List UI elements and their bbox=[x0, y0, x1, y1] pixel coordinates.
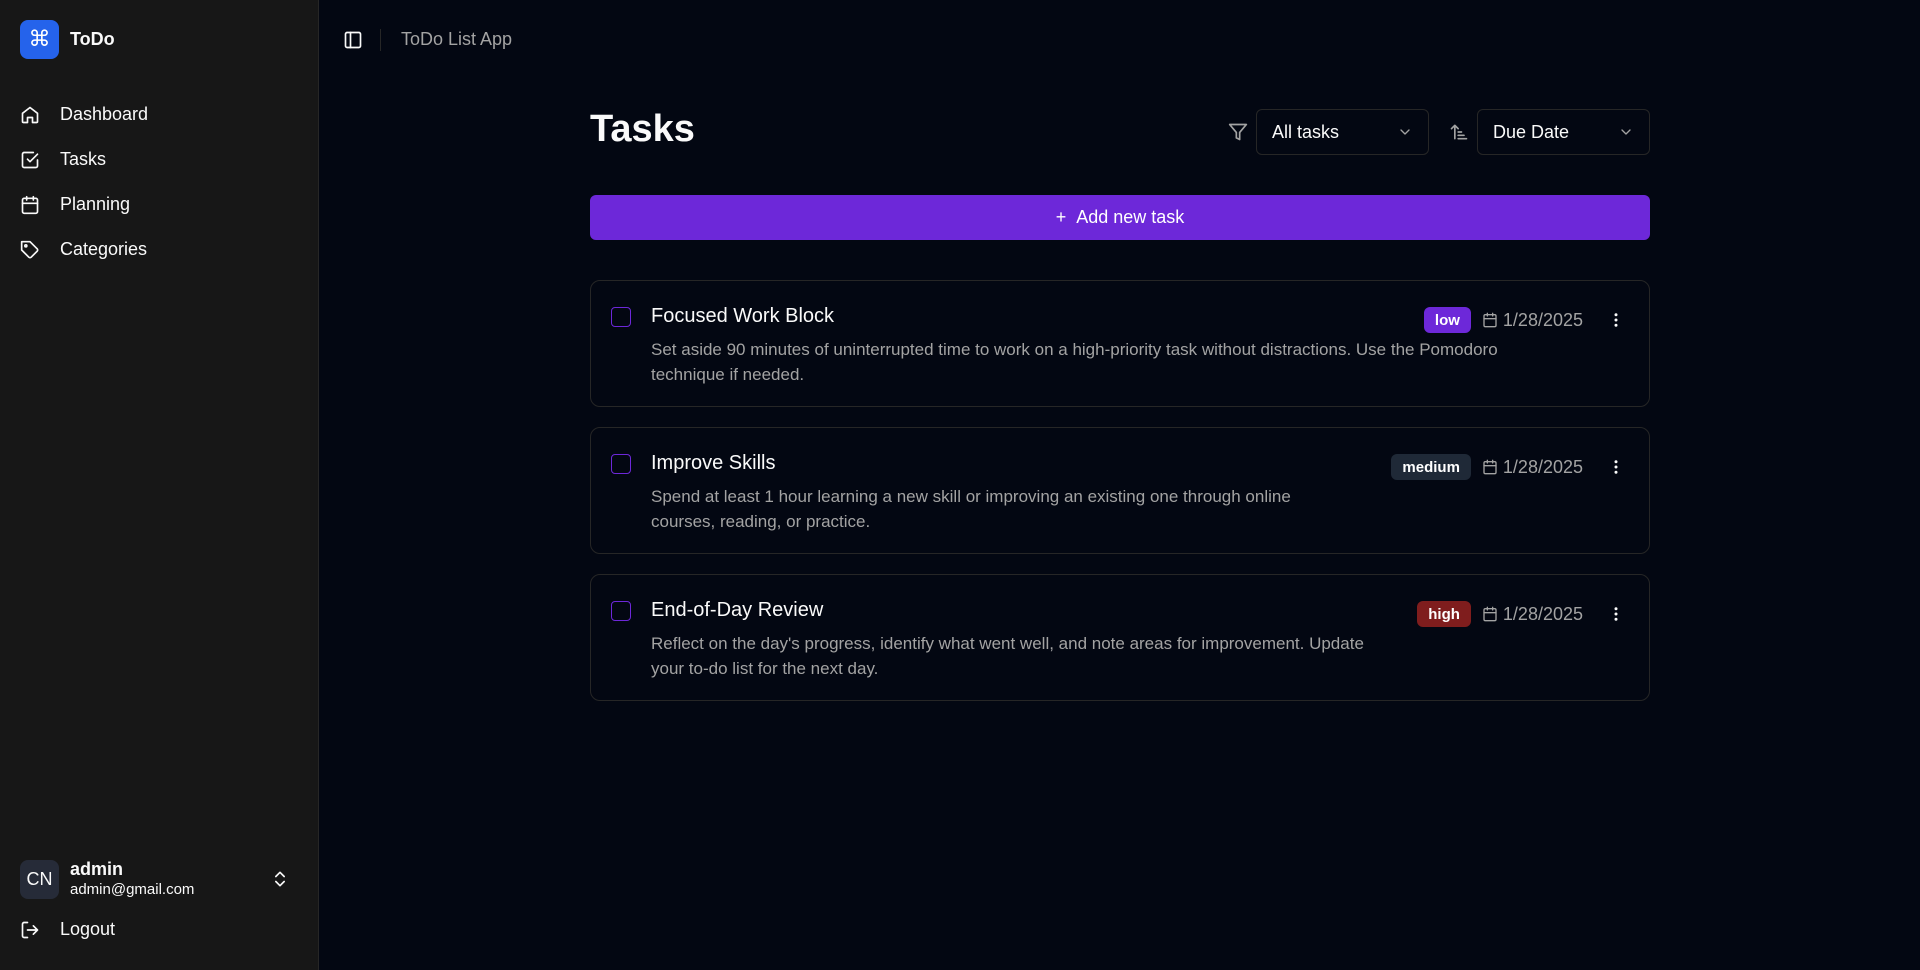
logout-button[interactable]: Logout bbox=[20, 919, 115, 940]
tag-icon bbox=[20, 240, 39, 258]
sort-select[interactable]: Due Date bbox=[1477, 109, 1650, 155]
task-meta: low 1/28/2025 bbox=[1423, 307, 1629, 333]
calendar-icon bbox=[21, 195, 39, 214]
task-description: Reflect on the day's progress, identify … bbox=[651, 634, 1364, 678]
task-card: End-of-Day Review Reflect on the day's p… bbox=[590, 574, 1650, 701]
brand-name: ToDo bbox=[70, 29, 115, 49]
sidebar-item-planning[interactable]: Planning bbox=[20, 182, 300, 227]
task-description: Set aside 90 minutes of uninterrupted ti… bbox=[651, 340, 1498, 384]
task-checkbox[interactable] bbox=[611, 307, 631, 327]
task-due-date: 1/28/2025 bbox=[1502, 309, 1583, 330]
chevron-down-icon bbox=[1400, 129, 1410, 135]
task-checkbox[interactable] bbox=[611, 601, 631, 621]
more-vertical-icon bbox=[1614, 313, 1618, 327]
topbar-divider bbox=[380, 29, 381, 51]
filter-select[interactable]: All tasks bbox=[1256, 109, 1429, 155]
logout-icon bbox=[21, 921, 39, 938]
sidebar-item-label: Planning bbox=[60, 194, 131, 214]
filter-icon bbox=[1228, 123, 1248, 141]
more-vertical-icon bbox=[1614, 460, 1618, 474]
breadcrumb: ToDo List App bbox=[401, 29, 513, 49]
check-square-icon bbox=[21, 151, 39, 168]
user-info: admin admin@gmail.com bbox=[70, 859, 194, 900]
sidebar-item-dashboard[interactable]: Dashboard bbox=[20, 92, 300, 137]
sort-icon bbox=[1450, 124, 1468, 140]
task-menu-button[interactable] bbox=[1603, 454, 1629, 480]
plus-icon: + bbox=[1055, 207, 1067, 227]
add-task-button[interactable]: + Add new task bbox=[590, 195, 1650, 240]
task-due-date: 1/28/2025 bbox=[1502, 603, 1583, 624]
calendar-icon bbox=[1483, 459, 1497, 475]
sidebar: ⌘ ToDo Dashboard Tasks Planning Categori… bbox=[0, 0, 319, 970]
task-menu-button[interactable] bbox=[1603, 601, 1629, 627]
chevrons-up-down-icon bbox=[275, 871, 285, 887]
filter-select-value: All tasks bbox=[1272, 121, 1340, 142]
logout-label: Logout bbox=[60, 919, 116, 939]
task-description: Spend at least 1 hour learning a new ski… bbox=[651, 487, 1291, 531]
priority-badge: medium bbox=[1391, 454, 1471, 480]
home-icon bbox=[21, 106, 39, 123]
sidebar-item-categories[interactable]: Categories bbox=[20, 227, 300, 272]
calendar-icon bbox=[1483, 606, 1497, 622]
task-title: End-of-Day Review bbox=[651, 599, 824, 621]
avatar: CN bbox=[20, 859, 59, 899]
sidebar-item-label: Dashboard bbox=[60, 104, 149, 124]
brand[interactable]: ⌘ ToDo bbox=[20, 20, 115, 59]
task-card: Focused Work Block Set aside 90 minutes … bbox=[590, 280, 1650, 407]
task-meta: high 1/28/2025 bbox=[1417, 601, 1629, 627]
sidebar-nav: Dashboard Tasks Planning Categories bbox=[20, 92, 300, 272]
priority-badge: high bbox=[1417, 601, 1471, 627]
task-due-date: 1/28/2025 bbox=[1502, 456, 1583, 477]
task-card: Improve Skills Spend at least 1 hour lea… bbox=[590, 427, 1650, 554]
user-email: admin@gmail.com bbox=[70, 881, 195, 899]
chevron-down-icon bbox=[1621, 129, 1631, 135]
sidebar-item-tasks[interactable]: Tasks bbox=[20, 137, 300, 182]
task-title: Improve Skills bbox=[651, 452, 776, 474]
task-menu-button[interactable] bbox=[1603, 307, 1629, 333]
sort-select-value: Due Date bbox=[1493, 121, 1570, 142]
sidebar-item-label: Categories bbox=[60, 239, 148, 259]
add-task-label: Add new task bbox=[1076, 207, 1185, 227]
task-meta: medium 1/28/2025 bbox=[1391, 454, 1629, 480]
sidebar-item-label: Tasks bbox=[60, 149, 107, 169]
task-title: Focused Work Block bbox=[651, 305, 835, 327]
calendar-icon bbox=[1483, 312, 1497, 328]
command-icon: ⌘ bbox=[20, 20, 59, 59]
user-menu[interactable]: CN admin admin@gmail.com bbox=[20, 858, 300, 900]
user-name: admin bbox=[70, 858, 124, 879]
priority-badge: low bbox=[1423, 307, 1471, 333]
sidebar-toggle-icon[interactable] bbox=[343, 30, 363, 50]
page-title: Tasks bbox=[590, 108, 695, 150]
task-checkbox[interactable] bbox=[611, 454, 631, 474]
more-vertical-icon bbox=[1614, 607, 1618, 621]
